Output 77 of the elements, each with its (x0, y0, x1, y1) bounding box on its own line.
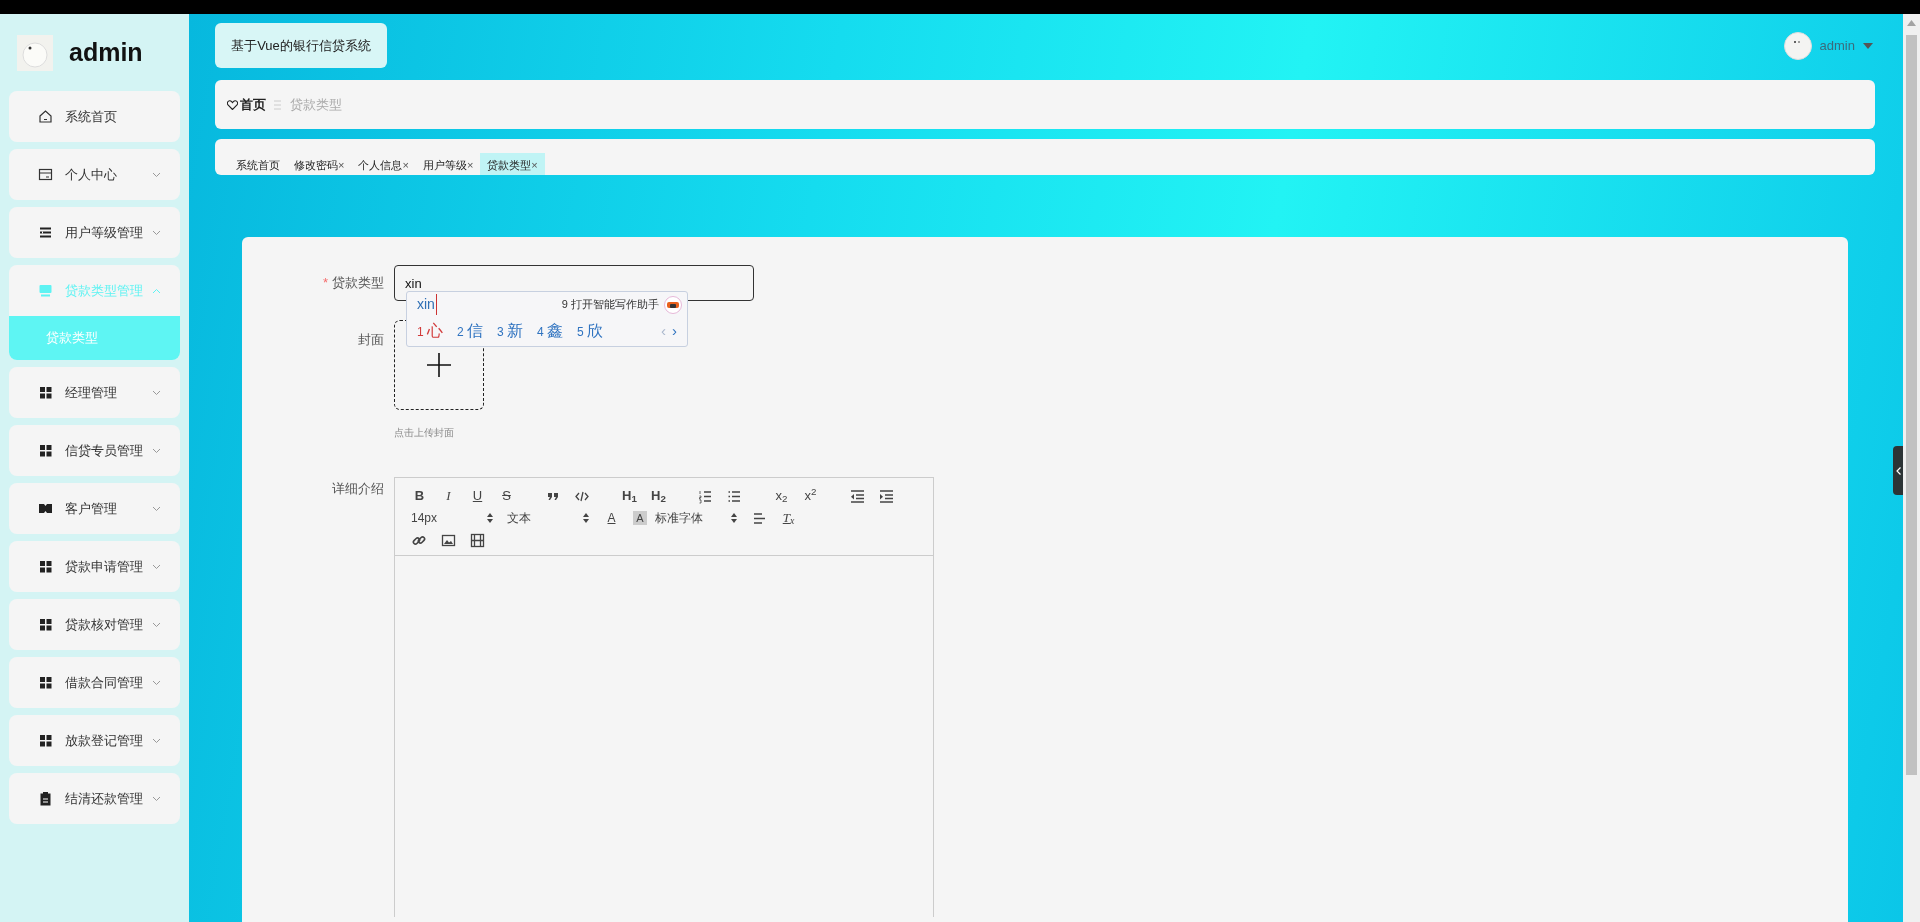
form-label: 详细介绍 (331, 480, 385, 498)
sidebar-item[interactable]: 借款合同管理 (9, 657, 180, 708)
indent-icon[interactable] (879, 488, 894, 504)
grid-icon (38, 617, 53, 632)
toolbar-button[interactable]: H$_{2}$ (646, 486, 671, 506)
sidebar-item[interactable]: 用户等级管理 (9, 207, 180, 258)
sidebar-item[interactable]: 个人中心 (9, 149, 180, 200)
sidebar-item[interactable]: 系统首页 (9, 91, 180, 142)
toolbar-button[interactable]: x$_{2}$ (769, 486, 794, 506)
heart-icon (227, 99, 238, 110)
ime-candidate[interactable]: 5 欣 (577, 319, 604, 343)
monitor-icon (38, 283, 53, 298)
app-title: admin (69, 36, 143, 68)
toolbar-button[interactable]: S (494, 486, 519, 506)
grid-icon (38, 733, 53, 748)
updown-caret-icon (487, 513, 493, 523)
toolbar-select[interactable]: 14px (407, 509, 503, 527)
clipboard-icon (38, 791, 53, 806)
video-icon[interactable] (470, 532, 485, 548)
tab[interactable]: 系统首页 (229, 153, 287, 175)
toolbar-button[interactable]: x$^{2}$ (798, 486, 823, 506)
tab[interactable]: 修改密码× (287, 153, 352, 175)
grid-icon (38, 559, 53, 574)
ime-input-text: xin (417, 294, 437, 315)
ticket-icon (38, 501, 53, 516)
tab[interactable]: 用户等级× (415, 153, 481, 175)
tab[interactable]: 个人信息× (351, 153, 416, 175)
form-label: 封面 (357, 331, 385, 349)
breadcrumb-item: 贷款类型 (290, 95, 342, 114)
collapse-handle[interactable] (1893, 446, 1903, 495)
align-left-icon[interactable] (752, 510, 767, 526)
sidebar-item[interactable]: 信贷专员管理 (9, 425, 180, 476)
updown-caret-icon (731, 513, 737, 523)
logo-icon (17, 34, 53, 71)
toolbar-button[interactable]: I (436, 486, 461, 506)
form-label: * 贷款类型 (321, 274, 385, 293)
toolbar-button[interactable]: B (407, 486, 432, 506)
sidebar-item[interactable]: 结清还款管理 (9, 773, 180, 824)
sidebar-item[interactable]: 客户管理 (9, 483, 180, 534)
chevron-left-icon (1895, 466, 1901, 475)
grid-icon (38, 385, 53, 400)
bullet-list-icon[interactable] (727, 488, 742, 504)
sidebar-item[interactable]: 贷款核对管理 (9, 599, 180, 650)
toolbar-button[interactable]: H$_{1}$ (617, 486, 642, 506)
list-icon (38, 225, 53, 240)
numbered-list-icon[interactable] (698, 488, 713, 504)
ime-candidate[interactable]: 2 信 (457, 319, 484, 343)
updown-caret-icon (583, 513, 589, 523)
caret-down-icon[interactable] (1863, 43, 1873, 49)
grid-icon (38, 675, 53, 690)
tab[interactable]: 贷款类型× (480, 153, 545, 175)
breadcrumb-item[interactable]: 首页 (240, 94, 266, 115)
required-mark: * (322, 275, 328, 291)
ime-candidate[interactable]: 4 鑫 (537, 319, 564, 343)
home-icon (38, 109, 53, 124)
grid-icon (38, 443, 53, 458)
ime-next-page[interactable]: › (672, 319, 677, 343)
system-title-button[interactable]: 基于Vue的银行信贷系统 (215, 23, 387, 68)
toolbar-select[interactable]: 文本 (503, 509, 599, 527)
toolbar-button[interactable]: A (599, 508, 624, 528)
sidebar-item[interactable]: 经理管理 (9, 367, 180, 418)
scrollbar[interactable] (1903, 14, 1920, 922)
sidebar-item[interactable]: 放款登记管理 (9, 715, 180, 766)
toolbar-button[interactable]: T$_{x}$ (776, 508, 801, 528)
image-icon[interactable] (441, 532, 456, 548)
plus-icon (427, 353, 451, 377)
toolbar-select[interactable]: 标准字体 (651, 509, 747, 527)
upload-hint: 点击上传封面 (394, 426, 455, 440)
toolbar-button[interactable]: U (465, 486, 490, 506)
ime-candidate[interactable]: 1 心 (417, 319, 443, 343)
outdent-icon[interactable] (850, 488, 865, 504)
toolbar-button[interactable]: A (633, 511, 647, 525)
scrollbar-thumb[interactable] (1906, 35, 1917, 775)
robot-icon[interactable] (664, 295, 682, 314)
ime-candidate[interactable]: 3 新 (497, 319, 524, 343)
card-icon (38, 167, 53, 182)
sidebar-item[interactable]: 贷款申请管理 (9, 541, 180, 592)
